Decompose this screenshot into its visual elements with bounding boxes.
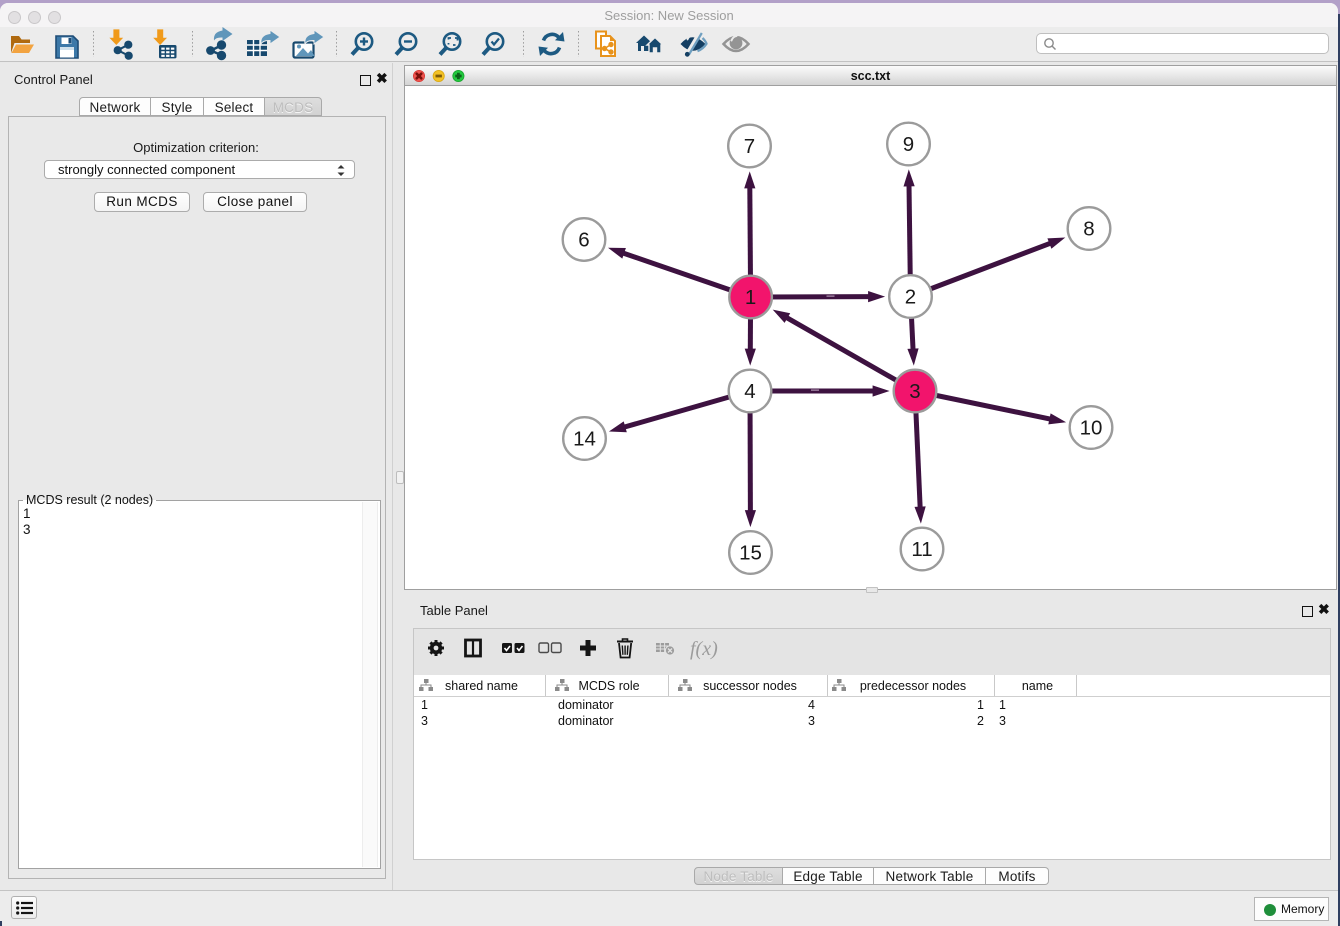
svg-text:3: 3 <box>909 380 920 403</box>
svg-text:10: 10 <box>1080 417 1103 440</box>
svg-text:f(x): f(x) <box>690 638 718 660</box>
svg-text:8: 8 <box>1083 218 1094 241</box>
svg-text:14: 14 <box>573 428 596 451</box>
svg-text:11: 11 <box>911 538 932 561</box>
svg-text:7: 7 <box>744 135 755 158</box>
svg-text:15: 15 <box>739 542 762 565</box>
svg-text:9: 9 <box>903 133 914 156</box>
svg-text:6: 6 <box>578 229 589 252</box>
svg-text:2: 2 <box>905 286 916 309</box>
svg-text:1: 1 <box>745 286 756 309</box>
svg-text:4: 4 <box>744 380 755 403</box>
